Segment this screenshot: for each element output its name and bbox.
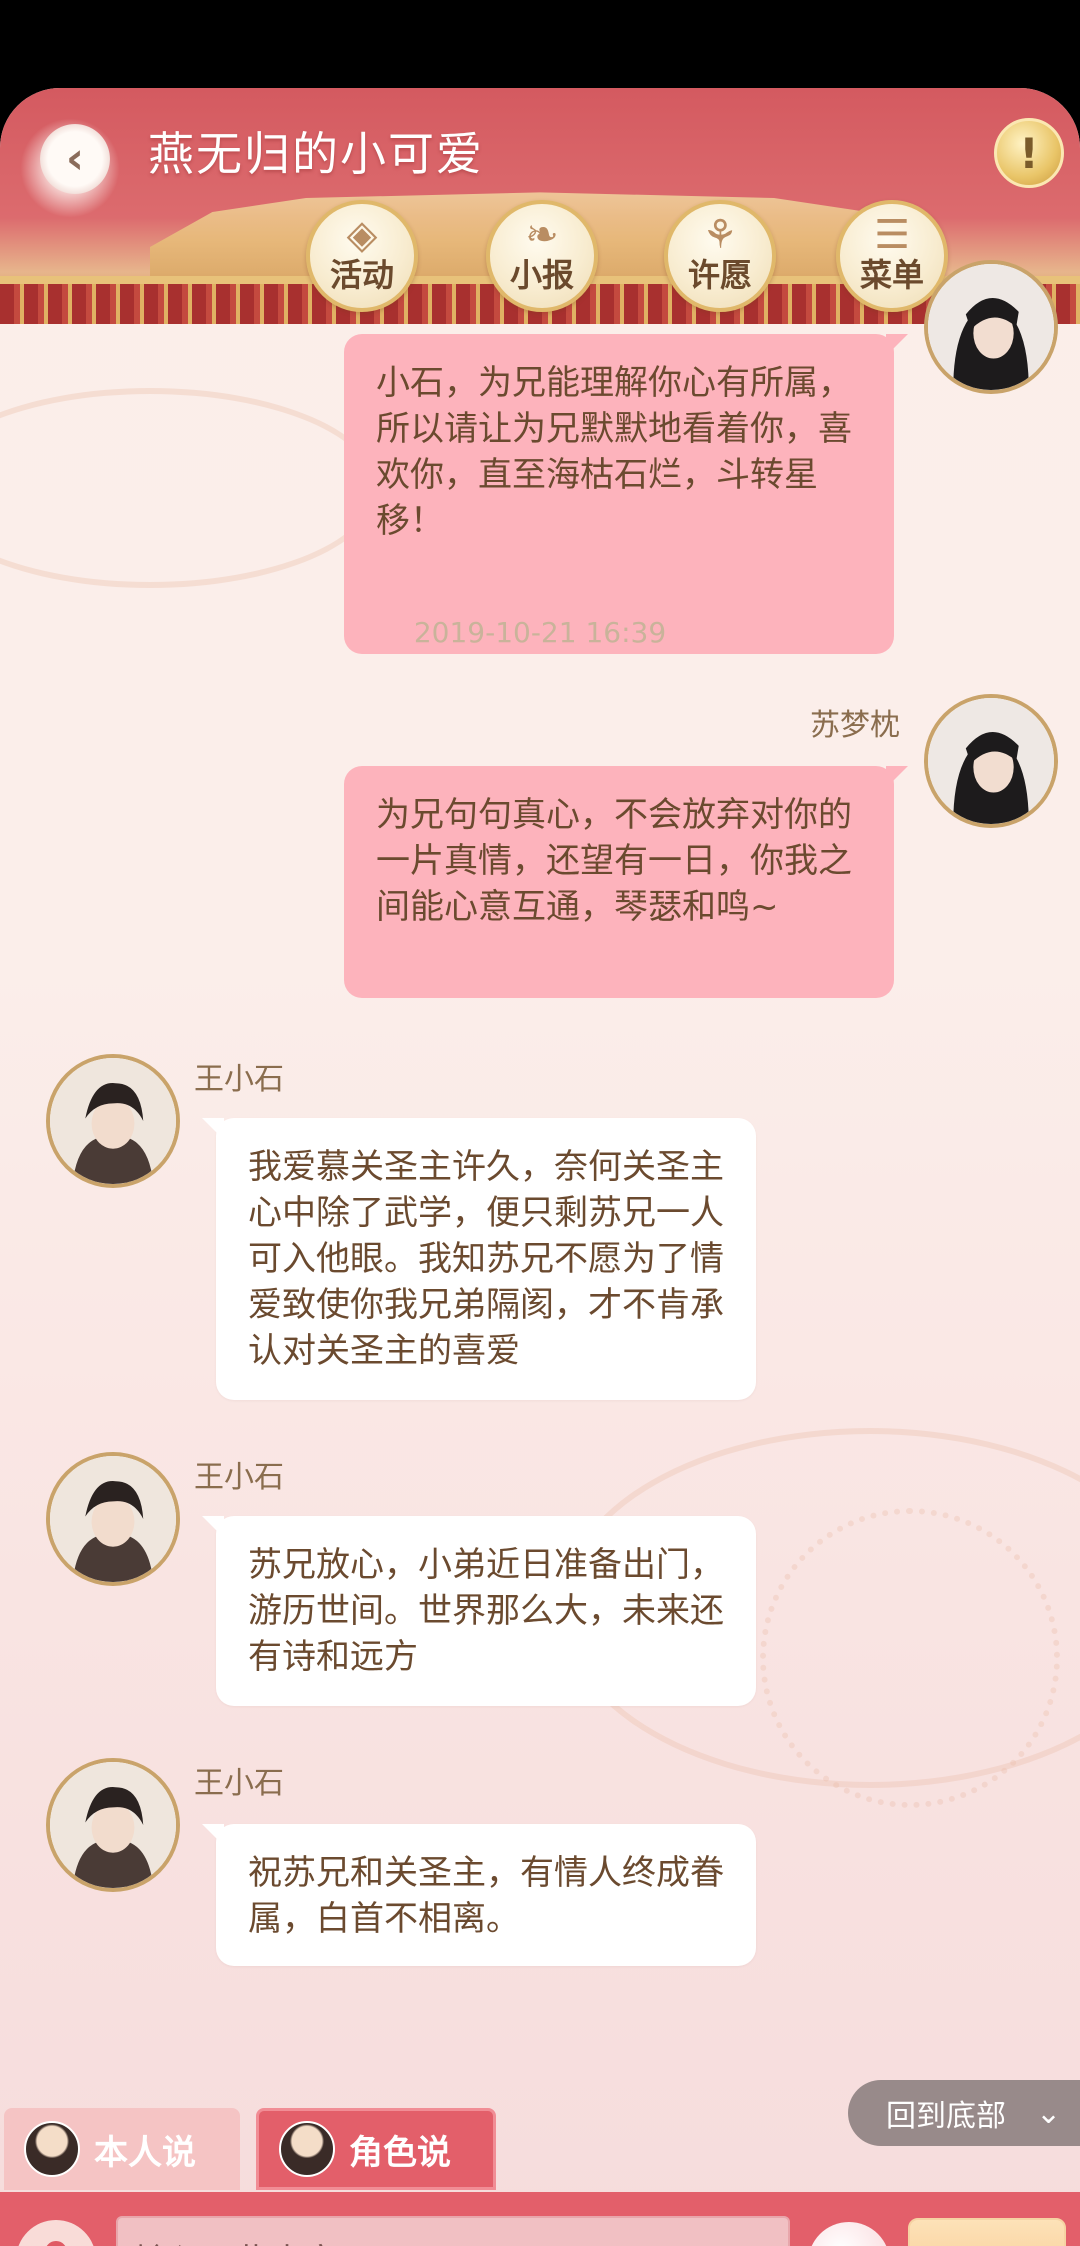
nav-wish-button[interactable]: ⚘ 许愿 — [664, 200, 776, 312]
nav-activity-button[interactable]: ◈ 活动 — [306, 200, 418, 312]
send-button[interactable]: 发送 — [908, 2218, 1066, 2246]
message-text: 苏兄放心，小弟近日准备出门，游历世间。世界那么大，未来还有诗和远方 — [248, 1545, 724, 1677]
character-portrait — [50, 1762, 176, 1888]
back-to-bottom-label: 回到底部 — [886, 2099, 1006, 2134]
message-bubble-outgoing[interactable]: 小石，为兄能理解你心有所属，所以请让为兄默默地看着你，喜欢你，直至海枯石烂，斗转… — [344, 334, 908, 654]
back-button[interactable]: ‹ — [40, 124, 110, 194]
avatar-su-mengzhen[interactable] — [924, 260, 1058, 394]
avatar-wang-xiaoshi[interactable] — [46, 1452, 180, 1586]
tab-speak-as-self[interactable]: 本人说 — [4, 2108, 240, 2190]
emoji-button[interactable]: ◡ — [808, 2222, 890, 2246]
message-bubble-incoming[interactable]: 我爱慕关圣主许久，奈何关圣主心中除了武学，便只剩苏兄一人可入他眼。我知苏兄不愿为… — [202, 1118, 756, 1400]
message-text: 小石，为兄能理解你心有所属，所以请让为兄默默地看着你，喜欢你，直至海枯石烂，斗转… — [376, 363, 852, 541]
message-text: 我爱慕关圣主许久，奈何关圣主心中除了武学，便只剩苏兄一人可入他眼。我知苏兄不愿为… — [248, 1147, 724, 1371]
send-label: 发送 — [976, 2239, 1044, 2246]
message-bubble-incoming[interactable]: 祝苏兄和关圣主，有情人终成眷属，白首不相离。 — [202, 1824, 756, 1966]
message-input[interactable] — [116, 2216, 790, 2246]
status-bar — [0, 0, 1080, 92]
avatar-character — [279, 2121, 335, 2177]
avatar-wang-xiaoshi[interactable] — [46, 1054, 180, 1188]
back-to-bottom-button[interactable]: 回到底部 ⌄ — [848, 2080, 1080, 2146]
page-title: 燕无归的小可爱 — [148, 127, 484, 181]
info-button[interactable]: ! — [994, 118, 1064, 188]
chevron-down-icon: ⌄ — [1036, 2095, 1062, 2131]
paper-plane-icon — [925, 2242, 969, 2246]
input-bar: ◡ 发送 — [0, 2192, 1080, 2246]
voice-button[interactable] — [16, 2220, 96, 2246]
tab-self-label: 本人说 — [94, 2132, 196, 2173]
character-portrait — [928, 698, 1054, 824]
header: ‹ 燕无归的小可爱 ! ◈ 活动 ❧ 小报 ⚘ 许愿 ☰ 菜单 — [0, 88, 1080, 324]
nav-news-button[interactable]: ❧ 小报 — [486, 200, 598, 312]
sender-name: 王小石 — [194, 1766, 284, 1801]
sender-name: 王小石 — [194, 1460, 284, 1495]
cloud-pattern-decoration — [0, 388, 380, 588]
microphone-icon — [45, 2241, 67, 2246]
nav-wish-label: 许愿 — [687, 256, 752, 294]
character-portrait — [50, 1058, 176, 1184]
avatar-self — [24, 2121, 80, 2177]
tab-role-label: 角色说 — [349, 2132, 451, 2173]
sender-name: 苏梦枕 — [810, 708, 900, 743]
message-text: 祝苏兄和关圣主，有情人终成眷属，白首不相离。 — [248, 1853, 724, 1939]
sender-name: 王小石 — [194, 1062, 284, 1097]
avatar-su-mengzhen[interactable] — [924, 694, 1058, 828]
tab-speak-as-character[interactable]: 角色说 — [256, 2108, 496, 2190]
message-text: 为兄句句真心，不会放弃对你的一片真情，还望有一日，你我之间能心意互通，琴瑟和鸣~ — [376, 795, 852, 927]
nav-news-label: 小报 — [509, 256, 574, 294]
avatar-wang-xiaoshi[interactable] — [46, 1758, 180, 1892]
message-bubble-incoming[interactable]: 苏兄放心，小弟近日准备出门，游历世间。世界那么大，未来还有诗和远方 — [202, 1516, 756, 1706]
timestamp: 2019-10-21 16:39 — [413, 616, 667, 649]
character-portrait — [50, 1456, 176, 1582]
character-portrait — [928, 264, 1054, 390]
flower-pattern-decoration — [760, 1508, 1060, 1808]
app-window: ‹ 燕无归的小可爱 ! ◈ 活动 ❧ 小报 ⚘ 许愿 ☰ 菜单 小石，为兄能理解… — [0, 88, 1080, 2246]
exclamation-icon: ! — [1019, 128, 1039, 178]
nav-activity-label: 活动 — [329, 256, 394, 294]
chevron-left-icon: ‹ — [65, 133, 85, 184]
message-bubble-outgoing[interactable]: 为兄句句真心，不会放弃对你的一片真情，还望有一日，你我之间能心意互通，琴瑟和鸣~ — [344, 766, 908, 998]
